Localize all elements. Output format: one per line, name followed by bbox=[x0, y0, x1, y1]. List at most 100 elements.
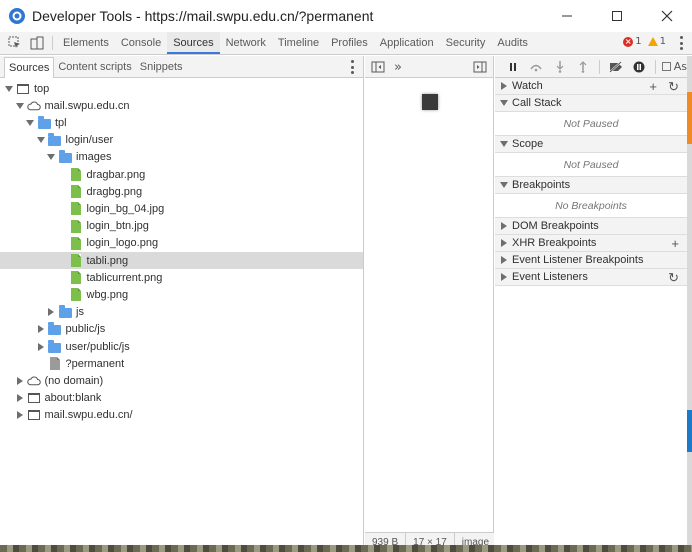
step-over-button[interactable] bbox=[524, 56, 547, 78]
double-chevron-icon: » bbox=[394, 59, 402, 75]
section-title: Call Stack bbox=[512, 97, 562, 109]
section-watch[interactable]: Watch + ↻ bbox=[495, 78, 687, 95]
section-xhr-breakpoints[interactable]: XHR Breakpoints + bbox=[495, 235, 687, 252]
tree-item[interactable]: about:blank bbox=[0, 390, 363, 407]
tree-item-label: images bbox=[76, 151, 112, 164]
expand-arrow-right-icon[interactable] bbox=[46, 307, 56, 317]
toolbar-divider bbox=[598, 59, 600, 74]
tree-item[interactable]: login/user bbox=[0, 132, 363, 149]
tree-item[interactable]: (no domain) bbox=[0, 372, 363, 389]
tab-application[interactable]: Application bbox=[374, 32, 440, 54]
tab-network[interactable]: Network bbox=[220, 32, 272, 54]
add-icon[interactable]: + bbox=[649, 79, 657, 94]
step-into-button[interactable] bbox=[548, 56, 571, 78]
tab-console[interactable]: Console bbox=[115, 32, 167, 54]
section-call-stack[interactable]: Call Stack bbox=[495, 95, 687, 112]
refresh-icon[interactable]: ↻ bbox=[668, 270, 679, 285]
tree-item[interactable]: mail.swpu.edu.cn bbox=[0, 97, 363, 114]
tab-timeline[interactable]: Timeline bbox=[272, 32, 325, 54]
sidebar-toggle-right-icon bbox=[473, 61, 487, 73]
tree-item[interactable]: tabli.png bbox=[0, 252, 363, 269]
tree-item[interactable]: login_bg_04.jpg bbox=[0, 200, 363, 217]
step-out-button[interactable] bbox=[571, 56, 594, 78]
section-breakpoints[interactable]: Breakpoints bbox=[495, 177, 687, 194]
tree-item[interactable]: wbg.png bbox=[0, 286, 363, 303]
customize-menu-button[interactable] bbox=[678, 36, 684, 50]
tree-item[interactable]: tablicurrent.png bbox=[0, 269, 363, 286]
section-event-listener-breakpoints[interactable]: Event Listener Breakpoints bbox=[495, 252, 687, 269]
maximize-button[interactable] bbox=[592, 0, 642, 32]
tree-item[interactable]: dragbar.png bbox=[0, 166, 363, 183]
section-event-listeners[interactable]: Event Listeners ↻ bbox=[495, 269, 687, 286]
tree-item-label: mail.swpu.edu.cn bbox=[44, 99, 130, 112]
section-title: DOM Breakpoints bbox=[512, 220, 599, 232]
deactivate-breakpoints-button[interactable] bbox=[604, 56, 627, 78]
expand-arrow-right-icon[interactable] bbox=[15, 376, 25, 386]
add-icon[interactable]: + bbox=[671, 236, 679, 251]
minimize-icon bbox=[562, 15, 572, 17]
section-scope[interactable]: Scope bbox=[495, 136, 687, 153]
tree-item-label: login_bg_04.jpg bbox=[86, 202, 165, 215]
navigator-tab-sources[interactable]: Sources bbox=[4, 56, 55, 78]
tree-item[interactable]: tpl bbox=[0, 114, 363, 131]
tab-elements[interactable]: Elements bbox=[57, 32, 115, 54]
navigator-tab-snippets[interactable]: Snippets bbox=[136, 57, 187, 78]
expand-arrow-down-icon[interactable] bbox=[36, 135, 46, 145]
expand-arrow-right-icon[interactable] bbox=[15, 393, 25, 403]
expand-arrow-right-icon bbox=[499, 221, 509, 231]
inspect-element-button[interactable] bbox=[4, 32, 26, 54]
debugger-toolbar: As bbox=[495, 56, 687, 78]
expand-arrow-down-icon[interactable] bbox=[4, 84, 14, 94]
expand-arrow-down-icon[interactable] bbox=[25, 118, 35, 128]
tree-item-label: dragbg.png bbox=[86, 185, 143, 198]
tab-profiles[interactable]: Profiles bbox=[325, 32, 374, 54]
tree-item[interactable]: js bbox=[0, 304, 363, 321]
tree-item[interactable]: dragbg.png bbox=[0, 183, 363, 200]
cloud-icon bbox=[26, 374, 41, 388]
tree-item-label: tpl bbox=[55, 116, 67, 129]
folder-icon bbox=[58, 305, 72, 319]
pause-on-exceptions-button[interactable] bbox=[627, 56, 650, 78]
toggle-navigator-button[interactable] bbox=[367, 56, 389, 78]
expand-arrow-down-icon[interactable] bbox=[15, 101, 25, 111]
cloud-icon bbox=[26, 99, 41, 113]
tree-item[interactable]: user/public/js bbox=[0, 338, 363, 355]
toggle-debugger-button[interactable] bbox=[469, 56, 491, 78]
debugger-sidebar: As Watch + ↻ Call Stack Not Paused Scope Not P… bbox=[495, 56, 687, 552]
tree-item-label: user/public/js bbox=[65, 340, 130, 353]
async-checkbox[interactable]: As bbox=[661, 60, 687, 73]
tree-item[interactable]: public/js bbox=[0, 321, 363, 338]
tree-item[interactable]: login_logo.png bbox=[0, 235, 363, 252]
expand-arrow-right-icon bbox=[499, 255, 509, 265]
expand-arrow-down-icon[interactable] bbox=[46, 152, 56, 162]
expand-arrow-right-icon[interactable] bbox=[36, 324, 46, 334]
minimize-button[interactable] bbox=[542, 0, 592, 32]
main-toolbar: Elements Console Sources Network Timeline Pro… bbox=[0, 32, 692, 55]
tab-audits[interactable]: Audits bbox=[491, 32, 534, 54]
refresh-icon[interactable]: ↻ bbox=[668, 79, 679, 94]
folder-icon bbox=[48, 133, 62, 147]
section-dom-breakpoints[interactable]: DOM Breakpoints bbox=[495, 218, 687, 235]
tree-item[interactable]: login_btn.jpg bbox=[0, 218, 363, 235]
tree-item[interactable]: images bbox=[0, 149, 363, 166]
warning-icon bbox=[647, 37, 658, 46]
tree-item-label: wbg.png bbox=[86, 288, 129, 301]
section-title: XHR Breakpoints bbox=[512, 237, 597, 249]
navigator-menu-button[interactable] bbox=[349, 60, 355, 74]
expand-arrow-right-icon[interactable] bbox=[36, 342, 46, 352]
navigator-tab-content-scripts[interactable]: Content scripts bbox=[54, 57, 135, 78]
tab-security[interactable]: Security bbox=[440, 32, 492, 54]
tree-item[interactable]: ?permanent bbox=[0, 355, 363, 372]
tree-item[interactable]: mail.swpu.edu.cn/ bbox=[0, 407, 363, 424]
tree-item-label: (no domain) bbox=[44, 374, 104, 387]
pause-button[interactable] bbox=[501, 56, 524, 78]
expand-arrow-right-icon[interactable] bbox=[15, 410, 25, 420]
frame-icon bbox=[16, 82, 30, 96]
device-mode-button[interactable] bbox=[26, 32, 48, 54]
close-button[interactable] bbox=[642, 0, 692, 32]
more-tabs-button[interactable]: » bbox=[387, 56, 409, 78]
tree-item[interactable]: top bbox=[0, 80, 363, 97]
console-status-counts[interactable]: × 1 1 bbox=[623, 36, 666, 47]
image-preview bbox=[422, 94, 438, 110]
tab-sources[interactable]: Sources bbox=[167, 32, 220, 54]
